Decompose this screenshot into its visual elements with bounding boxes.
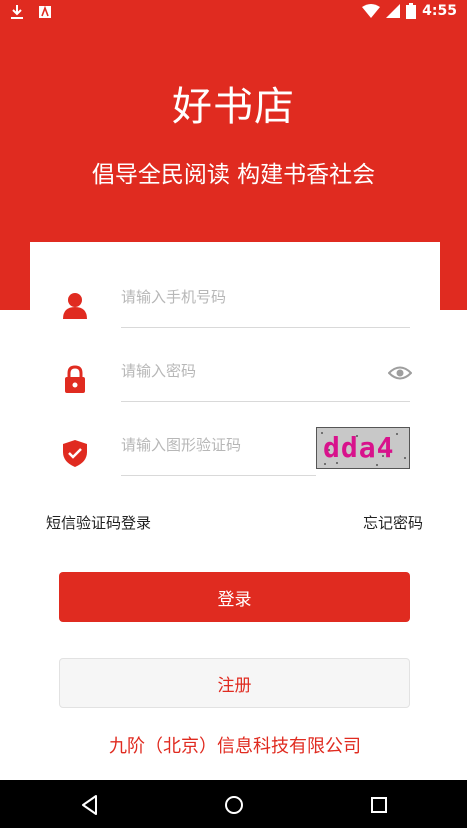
recents-icon[interactable] bbox=[366, 792, 392, 818]
app-notification-icon bbox=[39, 5, 51, 18]
app-slogan: 倡导全民阅读 构建书香社会 bbox=[91, 162, 376, 188]
login-button[interactable]: 登录 bbox=[59, 572, 410, 622]
battery-icon bbox=[406, 3, 417, 19]
password-field[interactable]: 请输入密码 bbox=[30, 336, 440, 408]
app-title: 好书店 bbox=[172, 84, 295, 130]
wifi-icon bbox=[362, 4, 381, 18]
captcha-underline bbox=[121, 475, 316, 476]
download-icon bbox=[11, 5, 23, 19]
signal-icon bbox=[386, 4, 401, 18]
eye-icon[interactable] bbox=[388, 364, 412, 382]
back-icon[interactable] bbox=[77, 792, 103, 818]
navigation-bar bbox=[0, 780, 467, 828]
register-button[interactable]: 注册 bbox=[59, 658, 410, 708]
sms-login-link[interactable]: 短信验证码登录 bbox=[46, 512, 151, 533]
password-input[interactable]: 请输入密码 bbox=[121, 360, 196, 381]
password-underline bbox=[121, 401, 410, 402]
company-name: 九阶（北京）信息科技有限公司 bbox=[109, 736, 361, 757]
login-card: 请输入手机号码 请输入密码 请输入图形验证码 dda4 短信验证码登录 忘记密码… bbox=[30, 242, 440, 778]
captcha-code: dda4 bbox=[323, 431, 395, 464]
status-time: 4:55 bbox=[422, 3, 457, 19]
lock-icon bbox=[65, 365, 85, 393]
status-bar: 4:55 bbox=[0, 0, 467, 24]
forgot-password-link[interactable]: 忘记密码 bbox=[363, 512, 423, 533]
captcha-image[interactable]: dda4 bbox=[316, 427, 410, 469]
phone-underline bbox=[121, 327, 410, 328]
captcha-input[interactable]: 请输入图形验证码 bbox=[121, 434, 241, 455]
user-icon bbox=[63, 293, 87, 319]
phone-field[interactable]: 请输入手机号码 bbox=[30, 262, 440, 334]
shield-icon bbox=[63, 440, 87, 467]
home-icon[interactable] bbox=[221, 792, 247, 818]
phone-input[interactable]: 请输入手机号码 bbox=[121, 286, 226, 307]
